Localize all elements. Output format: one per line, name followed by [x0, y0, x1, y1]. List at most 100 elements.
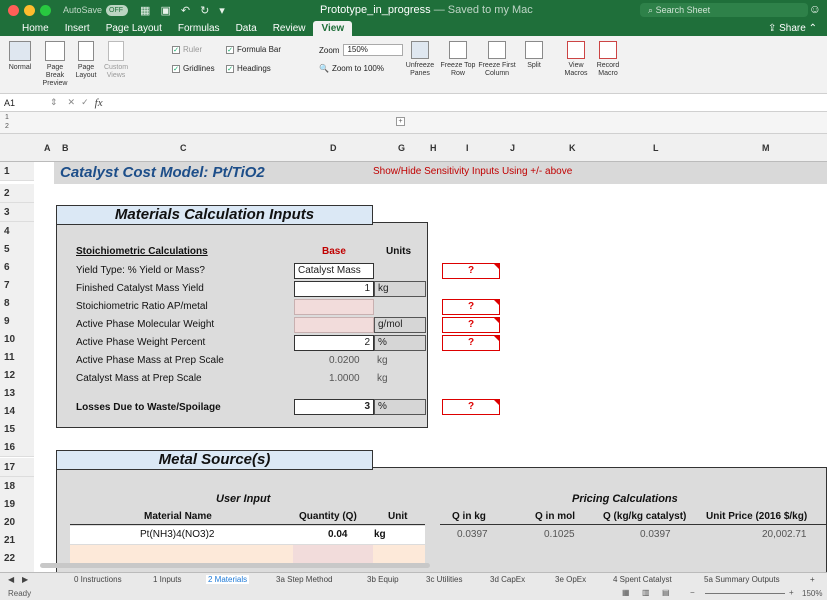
row-header[interactable]: 8	[0, 294, 34, 313]
autosave-control[interactable]: AutoSave OFF	[63, 4, 129, 16]
normal-view-status-icon[interactable]: ▦	[622, 588, 630, 597]
next-sheet-icon[interactable]: ▶	[20, 575, 30, 584]
losses-help-button[interactable]: ?	[442, 399, 500, 415]
grid-icon[interactable]: ▦	[140, 4, 150, 17]
zoom-window-button[interactable]	[40, 4, 51, 16]
worksheet[interactable]: 1234567891011121314151617181920212223 Ca…	[0, 162, 827, 572]
unit-cell[interactable]: kg	[374, 529, 386, 540]
col-header-k[interactable]: K	[569, 143, 576, 153]
zoom-in-button[interactable]: +	[789, 588, 794, 597]
freeze-first-column-button[interactable]: Freeze First Column	[477, 41, 517, 78]
save-icon[interactable]: ▣	[160, 4, 170, 17]
sheet-tab-utilities[interactable]: 3c Utilities	[424, 575, 464, 584]
custom-views-button[interactable]: Custom Views	[101, 41, 131, 80]
losses-input[interactable]: 3	[294, 399, 374, 415]
minimize-window-button[interactable]	[24, 4, 35, 16]
sheet-tab-summary-outputs[interactable]: 5a Summary Outputs	[702, 575, 782, 584]
row-header[interactable]: 5	[0, 240, 34, 259]
row-header[interactable]: 7	[0, 276, 34, 295]
sheet-tab-equip[interactable]: 3b Equip	[365, 575, 401, 584]
view-macros-button[interactable]: View Macros	[561, 41, 591, 78]
close-window-button[interactable]	[8, 4, 19, 16]
tab-page-layout[interactable]: Page Layout	[98, 21, 170, 36]
feedback-icon[interactable]: ☺	[809, 2, 821, 16]
function-icon[interactable]: fx	[95, 97, 103, 109]
mass-yield-input[interactable]: 1	[294, 281, 374, 297]
material-name-cell[interactable]: Pt(NH3)4(NO3)2	[140, 529, 214, 540]
yield-type-help-button[interactable]: ?	[442, 263, 500, 279]
molecular-weight-input[interactable]	[294, 317, 374, 333]
tab-home[interactable]: Home	[14, 21, 57, 36]
col-header-d[interactable]: D	[330, 143, 337, 153]
zoom-out-button[interactable]: −	[690, 588, 695, 597]
name-box[interactable]: A1	[0, 98, 50, 108]
outline-level-1[interactable]: 1	[5, 114, 9, 121]
row-header[interactable]: 9	[0, 312, 34, 331]
row-header[interactable]: 11	[0, 348, 34, 367]
col-header-b[interactable]: B	[62, 143, 69, 153]
tab-formulas[interactable]: Formulas	[170, 21, 228, 36]
yield-type-input[interactable]: Catalyst Mass	[294, 263, 374, 279]
row-header[interactable]: 1	[0, 162, 34, 181]
page-break-preview-button[interactable]: Page Break Preview	[38, 41, 72, 88]
expand-group-button[interactable]: +	[396, 117, 405, 126]
collapse-ribbon-icon[interactable]: ⌃	[809, 23, 817, 34]
quantity-cell-empty[interactable]	[293, 545, 373, 563]
col-header-j[interactable]: J	[510, 143, 515, 153]
outline-level-2[interactable]: 2	[5, 123, 9, 130]
page-layout-status-icon[interactable]: ▥	[642, 588, 650, 597]
row-header[interactable]: 13	[0, 384, 34, 403]
col-header-g[interactable]: G	[398, 143, 405, 153]
share-button[interactable]: ⇪ Share ⌃	[768, 23, 817, 34]
search-sheet-input[interactable]: ⌕ Search Sheet	[640, 3, 808, 17]
record-macro-button[interactable]: Record Macro	[593, 41, 623, 78]
col-header-h[interactable]: H	[430, 143, 437, 153]
row-header[interactable]: 2	[0, 184, 34, 203]
zoom-slider[interactable]	[705, 593, 785, 594]
tab-review[interactable]: Review	[265, 21, 314, 36]
autosave-toggle[interactable]: OFF	[106, 4, 129, 16]
prev-sheet-icon[interactable]: ◀	[6, 575, 16, 584]
ruler-checkbox[interactable]: ✓ Ruler	[172, 45, 202, 54]
undo-icon[interactable]: ↶	[181, 4, 190, 17]
sheet-tab-capex[interactable]: 3d CapEx	[488, 575, 527, 584]
row-header[interactable]: 22	[0, 549, 34, 568]
tab-view[interactable]: View	[313, 21, 353, 36]
zoom-to-100-button[interactable]: 🔍 Zoom to 100%	[319, 64, 384, 73]
col-header-m[interactable]: M	[762, 143, 770, 153]
row-header[interactable]: 19	[0, 495, 34, 514]
formula-bar-checkbox[interactable]: ✓ Formula Bar	[226, 45, 281, 54]
weight-percent-help-button[interactable]: ?	[442, 335, 500, 351]
row-header[interactable]: 4	[0, 222, 34, 241]
page-layout-view-button[interactable]: Page Layout	[73, 41, 99, 80]
col-header-a[interactable]: A	[44, 143, 51, 153]
row-header[interactable]: 6	[0, 258, 34, 277]
weight-percent-input[interactable]: 2	[294, 335, 374, 351]
row-header[interactable]: 20	[0, 513, 34, 532]
row-header[interactable]: 14	[0, 402, 34, 421]
row-header[interactable]: 17	[0, 458, 34, 477]
stoich-ratio-help-button[interactable]: ?	[442, 299, 500, 315]
customize-icon[interactable]: ▾	[219, 4, 225, 17]
table-row[interactable]: Pt(NH3)4(NO3)2 0.04 kg	[70, 526, 425, 544]
row-header[interactable]: 12	[0, 366, 34, 385]
add-sheet-button[interactable]: +	[808, 575, 817, 584]
row-header[interactable]: 18	[0, 477, 34, 496]
redo-icon[interactable]: ↻	[200, 4, 209, 17]
split-button[interactable]: Split	[519, 41, 549, 70]
tab-insert[interactable]: Insert	[57, 21, 98, 36]
sheet-tab-opex[interactable]: 3e OpEx	[553, 575, 588, 584]
sheet-tab-spent-catalyst[interactable]: 4 Spent Catalyst	[611, 575, 674, 584]
row-header[interactable]: 10	[0, 330, 34, 349]
freeze-top-row-button[interactable]: Freeze Top Row	[439, 41, 477, 78]
row-header[interactable]: 3	[0, 203, 34, 222]
sheet-tab-instructions[interactable]: 0 Instructions	[72, 575, 124, 584]
row-header[interactable]: 15	[0, 420, 34, 439]
quantity-cell[interactable]: 0.04	[328, 529, 347, 540]
normal-view-button[interactable]: Normal	[2, 41, 38, 72]
sheet-tab-materials[interactable]: 2 Materials	[206, 575, 250, 584]
col-header-i[interactable]: I	[466, 143, 469, 153]
unfreeze-panes-button[interactable]: Unfreeze Panes	[401, 41, 439, 78]
sheet-tab-inputs[interactable]: 1 Inputs	[151, 575, 183, 584]
col-header-l[interactable]: L	[653, 143, 659, 153]
